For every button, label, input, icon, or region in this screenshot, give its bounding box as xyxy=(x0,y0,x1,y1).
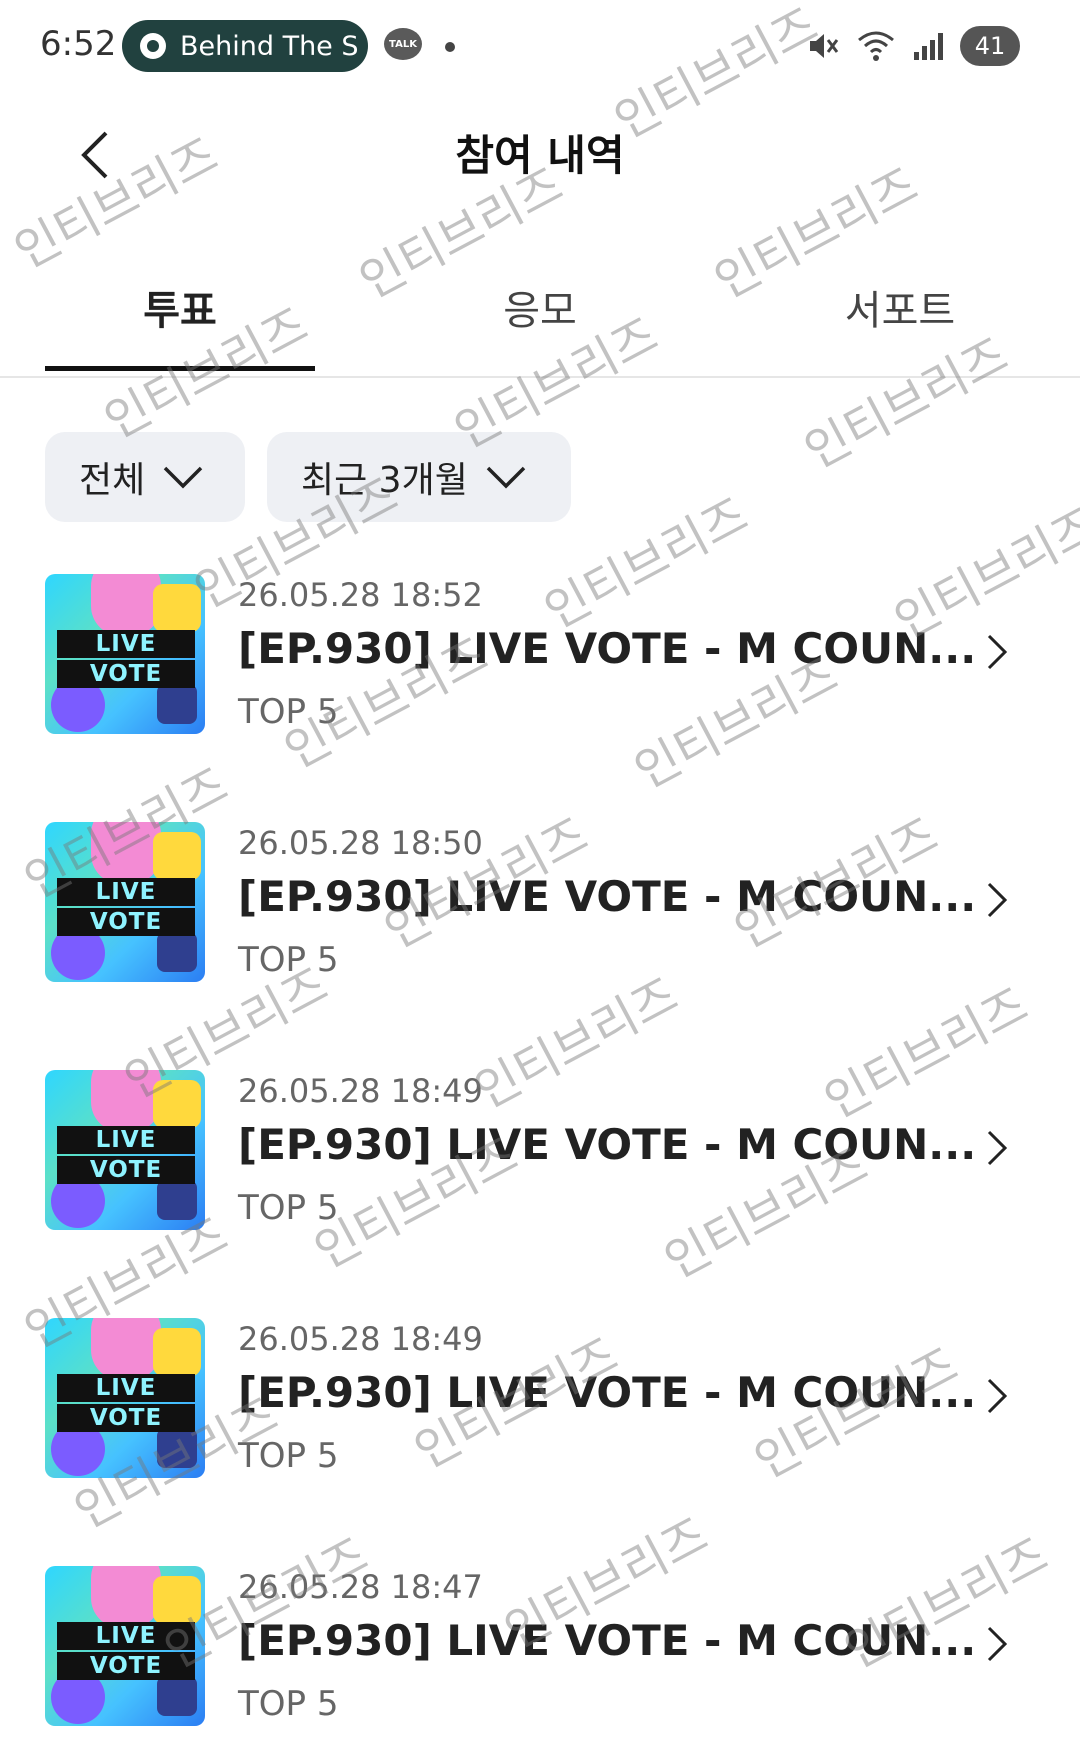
tab-indicator xyxy=(45,366,315,371)
thumbnail-text-live: LIVE xyxy=(57,878,195,906)
system-icons: 41 xyxy=(804,26,1020,66)
vote-thumbnail: LIVE VOTE xyxy=(45,1070,205,1230)
list-item[interactable]: LIVE VOTE 26.05.28 18:52 [EP.930] LIVE V… xyxy=(0,574,1080,754)
vote-thumbnail: LIVE VOTE xyxy=(45,1318,205,1478)
media-pill-label: Behind The S xyxy=(180,30,359,62)
mute-icon xyxy=(810,34,839,58)
thumbnail-text-vote: VOTE xyxy=(57,1404,195,1432)
chevron-right-icon xyxy=(987,634,1008,670)
item-title: [EP.930] LIVE VOTE - M COUN... xyxy=(238,1120,977,1169)
list-item[interactable]: LIVE VOTE 26.05.28 18:49 [EP.930] LIVE V… xyxy=(0,1318,1080,1498)
item-subtitle: TOP 5 xyxy=(238,692,339,732)
item-subtitle: TOP 5 xyxy=(238,940,339,980)
notification-dot-icon xyxy=(445,42,455,52)
page-title: 참여 내역 xyxy=(455,131,625,180)
thumbnail-text-vote: VOTE xyxy=(57,1156,195,1184)
period-filter[interactable]: 최근 3개월 xyxy=(267,432,571,522)
item-date: 26.05.28 18:47 xyxy=(238,1568,483,1606)
list-item[interactable]: LIVE VOTE 26.05.28 18:47 [EP.930] LIVE V… xyxy=(0,1566,1080,1746)
item-date: 26.05.28 18:52 xyxy=(238,576,483,614)
status-bar: 6:52 Behind The S TALK 41 xyxy=(0,0,1080,95)
thumbnail-text-vote: VOTE xyxy=(57,1652,195,1680)
tab-bar: 투표 응모 서포트 xyxy=(0,270,1080,378)
thumbnail-text-vote: VOTE xyxy=(57,908,195,936)
item-date: 26.05.28 18:50 xyxy=(238,824,483,862)
chevron-down-icon xyxy=(486,466,526,489)
media-pill[interactable]: Behind The S xyxy=(122,20,368,72)
item-title: [EP.930] LIVE VOTE - M COUN... xyxy=(238,872,977,921)
item-title: [EP.930] LIVE VOTE - M COUN... xyxy=(238,624,977,673)
category-filter-label: 전체 xyxy=(79,460,146,501)
list-item[interactable]: LIVE VOTE 26.05.28 18:49 [EP.930] LIVE V… xyxy=(0,1070,1080,1250)
chevron-down-icon xyxy=(164,466,203,489)
tab-vote[interactable]: 투표 xyxy=(0,278,360,336)
battery-indicator: 41 xyxy=(960,26,1020,66)
tab-apply[interactable]: 응모 xyxy=(360,278,720,336)
item-date: 26.05.28 18:49 xyxy=(238,1320,483,1358)
vote-thumbnail: LIVE VOTE xyxy=(45,1566,205,1726)
vote-thumbnail: LIVE VOTE xyxy=(45,822,205,982)
thumbnail-text-live: LIVE xyxy=(57,1374,195,1402)
tab-support[interactable]: 서포트 xyxy=(720,278,1080,336)
chevron-right-icon xyxy=(987,1378,1008,1414)
vote-thumbnail: LIVE VOTE xyxy=(45,574,205,734)
thumbnail-text-live: LIVE xyxy=(57,1126,195,1154)
chevron-right-icon xyxy=(987,1626,1008,1662)
media-icon xyxy=(140,33,166,59)
item-date: 26.05.28 18:49 xyxy=(238,1072,483,1110)
thumbnail-text-live: LIVE xyxy=(57,630,195,658)
item-subtitle: TOP 5 xyxy=(238,1684,339,1724)
chevron-right-icon xyxy=(987,1130,1008,1166)
talk-icon: TALK xyxy=(384,28,422,60)
item-subtitle: TOP 5 xyxy=(238,1188,339,1228)
status-time: 6:52 xyxy=(40,24,117,64)
item-subtitle: TOP 5 xyxy=(238,1436,339,1476)
item-title: [EP.930] LIVE VOTE - M COUN... xyxy=(238,1616,977,1665)
signal-icon xyxy=(914,33,943,60)
thumbnail-text-live: LIVE xyxy=(57,1622,195,1650)
list-item[interactable]: LIVE VOTE 26.05.28 18:50 [EP.930] LIVE V… xyxy=(0,822,1080,1002)
period-filter-label: 최근 3개월 xyxy=(301,460,468,501)
item-title: [EP.930] LIVE VOTE - M COUN... xyxy=(238,1368,977,1417)
chevron-right-icon xyxy=(987,882,1008,918)
wifi-icon xyxy=(858,31,894,61)
thumbnail-text-vote: VOTE xyxy=(57,660,195,688)
category-filter[interactable]: 전체 xyxy=(45,432,245,522)
